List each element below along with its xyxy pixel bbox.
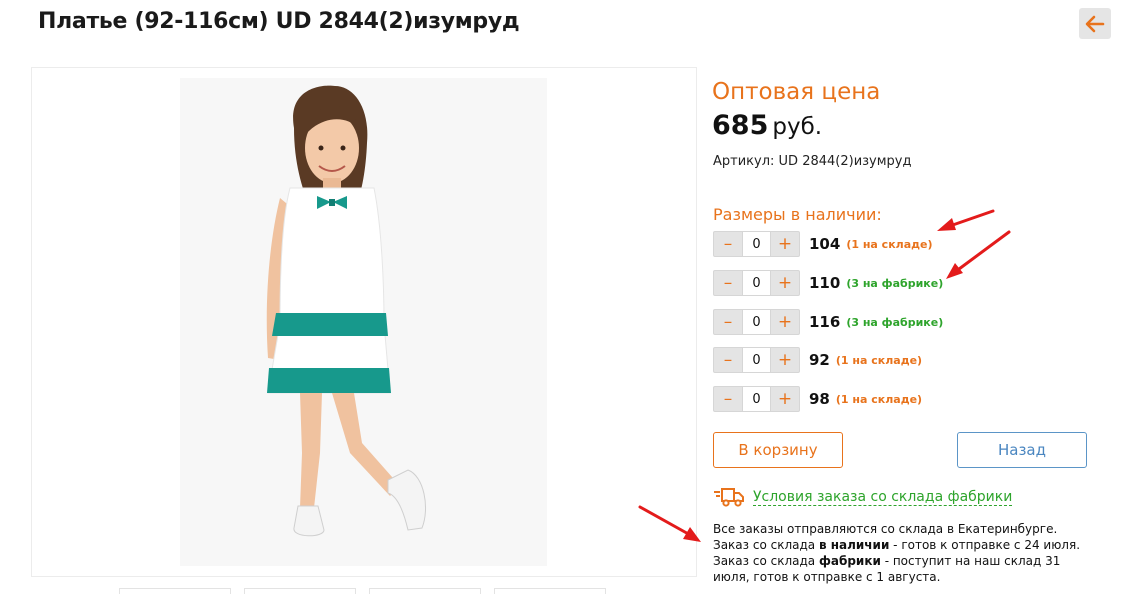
quantity-input[interactable]: 0 (742, 271, 771, 295)
product-photo[interactable] (31, 67, 697, 577)
quantity-stepper: –0 + (713, 231, 800, 257)
price-currency: руб. (772, 114, 823, 140)
quantity-stepper: –0 + (713, 386, 800, 412)
quantity-stepper: –0 + (713, 309, 800, 335)
info-line-1: Все заказы отправляются со склада в Екат… (713, 522, 1058, 536)
stock-status: (1 на складе) (846, 237, 933, 251)
decrement-button[interactable]: – (714, 310, 742, 334)
shipping-info: Все заказы отправляются со склада в Екат… (713, 521, 1081, 585)
thumbnail-3[interactable] (369, 588, 481, 594)
stock-status: (1 на складе) (835, 392, 923, 406)
size-row-98: –0 +98 (1 на складе) (713, 386, 922, 412)
quantity-input[interactable]: 0 (742, 310, 771, 334)
red-arrow-2 (953, 230, 1011, 274)
price: 685 руб. (712, 110, 822, 141)
stock-status: (3 на фабрике) (846, 315, 944, 329)
size-label: 104 (809, 235, 841, 253)
decrement-button[interactable]: – (714, 348, 742, 372)
add-to-cart-button[interactable]: В корзину (713, 432, 843, 468)
arrow-left-icon (1085, 15, 1105, 32)
size-row-116: –0 +116 (3 на фабрике) (713, 309, 943, 335)
red-arrow-1 (945, 209, 995, 229)
delivery-truck-icon (714, 488, 744, 507)
decrement-button[interactable]: – (714, 232, 742, 256)
info-line-3: Заказ со склада фабрики - поступит на на… (713, 554, 1061, 568)
sizes-title: Размеры в наличии: (713, 205, 882, 224)
info-line-2: Заказ со склада в наличии - готов к отпр… (713, 538, 1081, 552)
product-title: Платье (92-116см) UD 2844(2)изумруд (38, 9, 520, 34)
stock-status: (3 на фабрике) (846, 276, 944, 290)
back-arrow-button[interactable] (1079, 8, 1111, 39)
girl-in-dress-image (266, 85, 426, 537)
increment-button[interactable]: + (771, 310, 799, 334)
size-label: 110 (809, 274, 841, 292)
stock-status: (1 на складе) (835, 353, 923, 367)
size-row-110: –0 +110 (3 на фабрике) (713, 270, 943, 296)
increment-button[interactable]: + (771, 387, 799, 411)
decrement-button[interactable]: – (714, 271, 742, 295)
size-row-104: –0 +104 (1 на складе) (713, 231, 933, 257)
order-conditions: Условия заказа со склада фабрики (713, 486, 1013, 508)
thumbnail-1[interactable] (119, 588, 231, 594)
thumbnail-2[interactable] (244, 588, 356, 594)
quantity-input[interactable]: 0 (742, 348, 771, 372)
decrement-button[interactable]: – (714, 387, 742, 411)
order-conditions-link[interactable]: Условия заказа со склада фабрики (753, 489, 1013, 506)
size-label: 98 (809, 390, 830, 408)
quantity-stepper: –0 + (713, 347, 800, 373)
increment-button[interactable]: + (771, 348, 799, 372)
price-label: Оптовая цена (712, 79, 881, 105)
size-label: 92 (809, 351, 830, 369)
red-arrow-2-head (946, 263, 963, 279)
quantity-input[interactable]: 0 (742, 387, 771, 411)
quantity-stepper: –0 + (713, 270, 800, 296)
sku-text: Артикул: UD 2844(2)изумруд (713, 154, 912, 169)
thumbnail-4[interactable] (494, 588, 606, 594)
info-line-4: июля, готов к отправке с 1 августа. (713, 570, 941, 584)
increment-button[interactable]: + (771, 271, 799, 295)
back-button[interactable]: Назад (957, 432, 1087, 468)
red-arrow-1-head (937, 218, 956, 231)
size-row-92: –0 +92 (1 на складе) (713, 347, 922, 373)
price-value: 685 (712, 110, 769, 141)
quantity-input[interactable]: 0 (742, 232, 771, 256)
size-label: 116 (809, 313, 841, 331)
increment-button[interactable]: + (771, 232, 799, 256)
